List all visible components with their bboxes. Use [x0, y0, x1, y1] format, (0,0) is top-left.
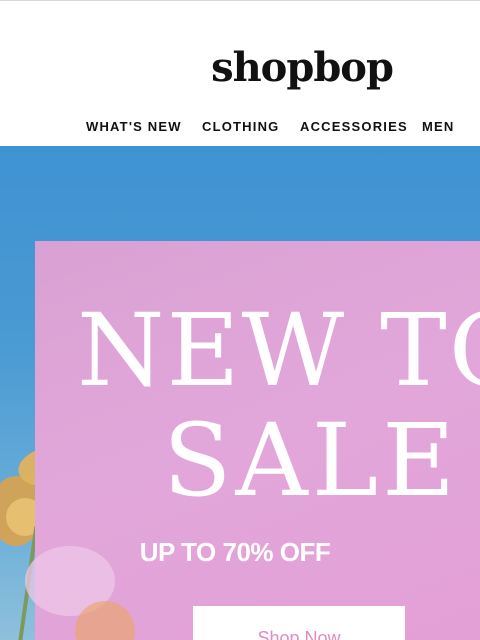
shop-now-button[interactable]: Shop Now	[193, 606, 405, 640]
promo-card: NEW TO SALE UP TO 70% OFF Shop Now	[25, 241, 480, 640]
promo-headline-line1: NEW TO	[77, 292, 480, 409]
top-divider	[0, 0, 480, 1]
promo-headline-line2: SALE	[163, 402, 460, 519]
nav-item-accessories[interactable]: ACCESSORIES	[300, 119, 408, 134]
promo-subheadline: UP TO 70% OFF	[139, 537, 331, 567]
brand-logo[interactable]: shopbop	[0, 44, 480, 91]
main-nav: WHAT'S NEW CLOTHING ACCESSORIES MEN	[0, 119, 480, 139]
hero-banner[interactable]: NEW TO SALE UP TO 70% OFF Shop Now	[0, 146, 480, 640]
nav-item-clothing[interactable]: CLOTHING	[202, 119, 279, 134]
nav-item-whats-new[interactable]: WHAT'S NEW	[86, 119, 182, 134]
nav-item-men[interactable]: MEN	[422, 119, 455, 134]
